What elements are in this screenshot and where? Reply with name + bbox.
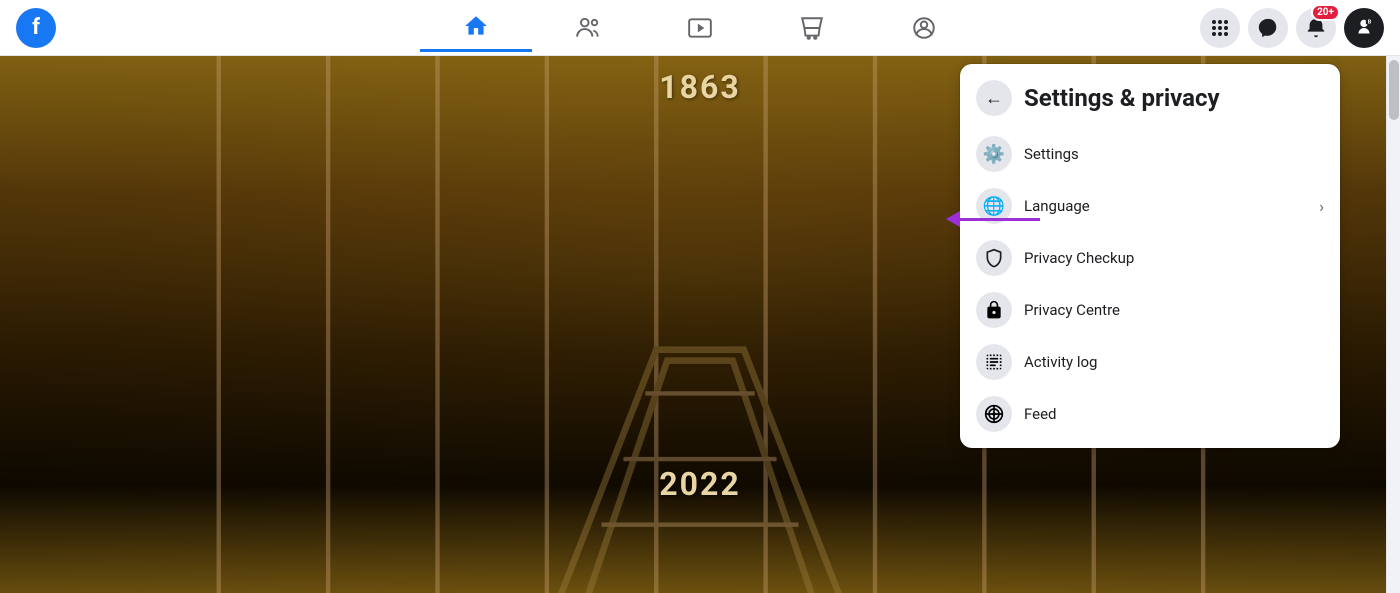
notifications-badge: 20+ xyxy=(1311,4,1340,21)
nav-watch[interactable] xyxy=(644,4,756,52)
nav-home[interactable] xyxy=(420,4,532,52)
back-button[interactable]: ← xyxy=(976,80,1012,116)
account-avatar[interactable]: B xyxy=(1344,8,1384,48)
privacy-checkup-icon xyxy=(976,240,1012,276)
language-chevron-icon: › xyxy=(1319,197,1324,216)
settings-privacy-dropdown: ← Settings & privacy ⚙️ Settings 🌐 Langu… xyxy=(960,64,1340,448)
settings-icon: ⚙️ xyxy=(976,136,1012,172)
privacy-centre-menu-item[interactable]: Privacy Centre xyxy=(968,284,1332,336)
notifications-icon-button[interactable]: 20+ xyxy=(1296,8,1336,48)
privacy-checkup-label: Privacy Checkup xyxy=(1024,249,1324,267)
year-1863-label: 1863 xyxy=(659,68,740,106)
messenger-icon-button[interactable] xyxy=(1248,8,1288,48)
facebook-logo: f xyxy=(16,8,56,48)
activity-log-icon xyxy=(976,344,1012,380)
feed-menu-item[interactable]: Feed xyxy=(968,388,1332,440)
main-content: 1863 2022 ← Settings & privacy ⚙️ Settin… xyxy=(0,56,1400,593)
privacy-checkup-menu-item[interactable]: Privacy Checkup xyxy=(968,232,1332,284)
top-navigation: f xyxy=(0,0,1400,56)
page-scrollbar[interactable] xyxy=(1386,56,1400,593)
nav-left: f xyxy=(16,8,256,48)
language-icon: 🌐 xyxy=(976,188,1012,224)
privacy-centre-label: Privacy Centre xyxy=(1024,301,1324,319)
nav-groups[interactable] xyxy=(868,4,980,52)
nav-marketplace[interactable] xyxy=(756,4,868,52)
language-label: Language xyxy=(1024,197,1307,215)
settings-label: Settings xyxy=(1024,145,1324,163)
svg-text:B: B xyxy=(1368,19,1372,25)
nav-center xyxy=(256,4,1144,52)
nav-right: 20+ B xyxy=(1144,8,1384,48)
activity-log-menu-item[interactable]: Activity log xyxy=(968,336,1332,388)
privacy-centre-icon xyxy=(976,292,1012,328)
panel-header: ← Settings & privacy xyxy=(960,64,1340,124)
menu-icon-button[interactable] xyxy=(1200,8,1240,48)
panel-items-list: ⚙️ Settings 🌐 Language › Privacy Checkup xyxy=(960,124,1340,448)
nav-friends[interactable] xyxy=(532,4,644,52)
scrollbar-thumb xyxy=(1389,60,1399,120)
feed-label: Feed xyxy=(1024,405,1324,423)
feed-icon xyxy=(976,396,1012,432)
activity-log-label: Activity log xyxy=(1024,353,1324,371)
settings-menu-item[interactable]: ⚙️ Settings xyxy=(968,128,1332,180)
panel-title: Settings & privacy xyxy=(1024,84,1220,112)
language-menu-item[interactable]: 🌐 Language › xyxy=(968,180,1332,232)
year-2022-label: 2022 xyxy=(659,465,740,503)
